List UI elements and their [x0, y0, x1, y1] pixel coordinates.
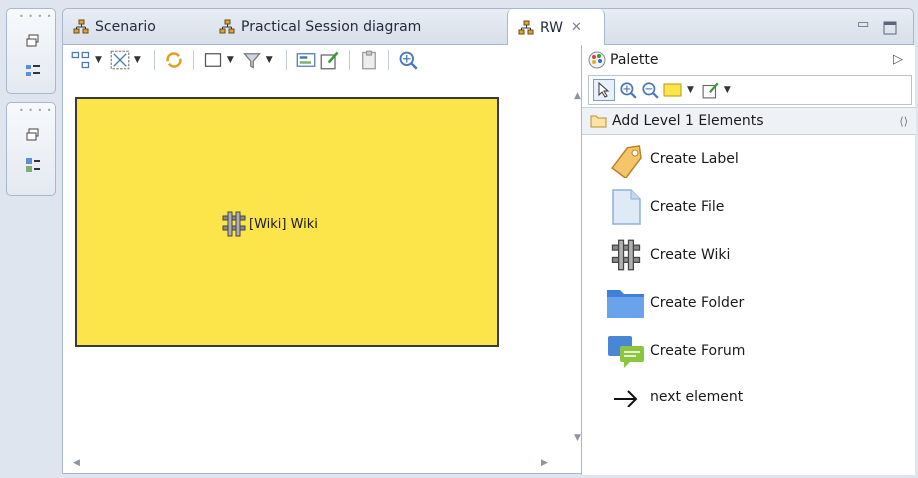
palette-item-label: Create Label [650, 151, 739, 167]
palette-header[interactable]: Palette ▷ [582, 45, 915, 75]
edit-icon[interactable] [320, 50, 340, 70]
folder-icon [606, 283, 646, 323]
toolbar-separator [387, 50, 389, 70]
trim-stack-top: • • • • [6, 8, 56, 94]
palette-tools: ▼ ▼ [588, 75, 912, 105]
folder-open-icon [590, 115, 607, 128]
arrange-icon[interactable] [71, 50, 91, 70]
trim-stack-bottom: • • • • [6, 102, 56, 196]
chevron-down-icon[interactable]: ▼ [687, 85, 694, 95]
chevron-down-icon[interactable]: ▼ [227, 55, 234, 65]
note-attachment-icon[interactable] [702, 81, 720, 99]
select-tool-button[interactable] [593, 79, 615, 101]
collapse-palette-icon[interactable]: ▷ [893, 52, 903, 67]
tab-label: Scenario [95, 19, 156, 35]
wiki-node[interactable]: [Wiki] Wiki [75, 97, 499, 347]
chevron-down-icon[interactable]: ▼ [95, 55, 102, 65]
pin-icon[interactable]: ⟨⟩ [899, 115, 908, 128]
toolbar-separator [192, 50, 194, 70]
wiki-node-label: [Wiki] Wiki [249, 216, 318, 232]
palette-title: Palette [610, 52, 659, 68]
tab-label: RW [540, 19, 564, 36]
scroll-left-icon[interactable]: ◀ [73, 458, 80, 468]
zoom-out-icon[interactable] [641, 81, 659, 99]
palette-item-next-element[interactable]: next element [606, 375, 743, 419]
chevron-down-icon[interactable]: ▼ [266, 55, 273, 65]
tab-practical-session-diagram[interactable]: Practical Session diagram [209, 9, 491, 45]
minimize-icon[interactable]: ▭ [857, 17, 869, 32]
wiki-icon [606, 235, 646, 275]
palette-icon [588, 51, 606, 69]
outline-icon[interactable] [25, 63, 41, 79]
file-icon [606, 187, 646, 227]
select-all-icon[interactable] [110, 50, 130, 70]
palette-item-label: Create Wiki [650, 247, 731, 263]
palette-item-create-file[interactable]: Create File [606, 185, 724, 229]
tab-scenario[interactable]: Scenario [63, 9, 209, 45]
drag-grip[interactable]: • • • • [19, 13, 53, 21]
chevron-down-icon[interactable]: ▼ [134, 55, 141, 65]
wiki-node-title[interactable]: [Wiki] Wiki [221, 211, 318, 237]
diagram-canvas[interactable]: [Wiki] Wiki [67, 89, 567, 457]
clipboard-icon[interactable] [359, 50, 379, 70]
close-icon[interactable]: ✕ [571, 20, 582, 35]
palette-panel: Palette ▷ ▼ ▼ Add Level 1 Elements ⟨⟩ Cr… [581, 45, 916, 475]
drawer-label: Add Level 1 Elements [612, 113, 764, 129]
maximize-icon[interactable] [883, 21, 897, 35]
palette-item-label: Create File [650, 199, 725, 215]
toolbar-separator [285, 50, 287, 70]
diagram-editor: Scenario Practical Session diagram RW ✕ … [62, 8, 916, 475]
note-icon[interactable] [663, 81, 683, 99]
refresh-icon[interactable] [164, 50, 184, 70]
zoom-in-icon[interactable] [619, 81, 637, 99]
palette-item-create-label[interactable]: Create Label [606, 137, 739, 181]
zoom-in-icon[interactable] [398, 50, 418, 70]
arrow-right-icon [606, 377, 646, 417]
palette-item-create-forum[interactable]: Create Forum [606, 329, 745, 373]
diagram-icon [219, 19, 235, 34]
pointer-icon [598, 82, 610, 98]
scroll-right-icon[interactable]: ▶ [541, 458, 548, 468]
palette-item-label: Create Folder [650, 295, 745, 311]
diagram-icon [518, 20, 534, 34]
scroll-up-icon[interactable]: ▲ [574, 91, 581, 101]
palette-item-create-folder[interactable]: Create Folder [606, 281, 744, 325]
palette-item-create-wiki[interactable]: Create Wiki [606, 233, 730, 277]
drag-grip[interactable]: • • • • [19, 107, 53, 115]
tab-label: Practical Session diagram [241, 19, 422, 35]
chevron-down-icon[interactable]: ▼ [724, 85, 731, 95]
palette-item-label: Create Forum [650, 343, 746, 359]
drawer-add-level-1-elements[interactable]: Add Level 1 Elements ⟨⟩ [582, 107, 916, 135]
editor-tab-bar: Scenario Practical Session diagram RW ✕ … [63, 9, 913, 46]
diagram-icon [73, 19, 89, 34]
toolbar-separator [348, 50, 350, 70]
palette-item-label: next element [650, 389, 744, 405]
horizontal-scrollbar[interactable]: ◀ ▶ [67, 457, 567, 471]
toolbar-separator [153, 50, 155, 70]
properties-view-icon[interactable] [296, 50, 316, 70]
restore-icon[interactable] [25, 33, 41, 49]
filter-icon[interactable] [242, 50, 262, 70]
restore-icon[interactable] [25, 127, 41, 143]
shape-icon[interactable] [203, 50, 223, 70]
scroll-down-icon[interactable]: ▼ [574, 433, 581, 443]
properties-icon[interactable] [25, 157, 41, 173]
wiki-icon [222, 211, 246, 237]
tag-icon [606, 139, 646, 179]
diagram-toolbar: ▼ ▼ ▼ ▼ [63, 45, 573, 75]
forum-icon [606, 331, 646, 371]
tab-rw[interactable]: RW ✕ [507, 9, 605, 46]
